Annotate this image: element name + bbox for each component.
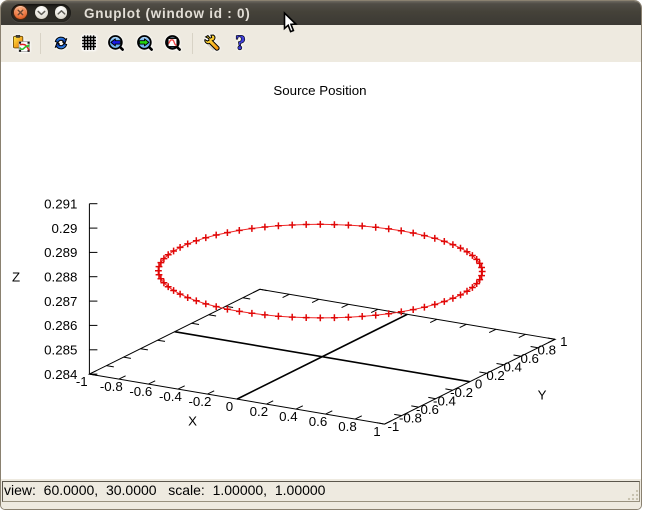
svg-text:0.291: 0.291 bbox=[44, 196, 77, 211]
svg-text:-0.4: -0.4 bbox=[159, 388, 182, 403]
svg-text:0.284: 0.284 bbox=[44, 366, 77, 381]
svg-text:-0.2: -0.2 bbox=[188, 393, 211, 408]
svg-text:X: X bbox=[188, 413, 197, 428]
svg-text:1: 1 bbox=[560, 334, 567, 349]
svg-text:-0.6: -0.6 bbox=[129, 383, 152, 398]
svg-text:0.285: 0.285 bbox=[44, 342, 77, 357]
svg-text:0.2: 0.2 bbox=[250, 403, 269, 418]
svg-text:Y: Y bbox=[538, 387, 547, 402]
svg-text:0: 0 bbox=[475, 376, 482, 391]
svg-text:0.286: 0.286 bbox=[44, 318, 77, 333]
svg-text:0.289: 0.289 bbox=[44, 245, 77, 260]
svg-text:0.29: 0.29 bbox=[52, 220, 78, 235]
svg-text:0.6: 0.6 bbox=[309, 413, 328, 428]
svg-text:0.288: 0.288 bbox=[44, 269, 77, 284]
svg-text:0.4: 0.4 bbox=[503, 359, 522, 374]
svg-text:-1: -1 bbox=[387, 419, 399, 434]
svg-text:0.6: 0.6 bbox=[520, 351, 539, 366]
svg-text:0.8: 0.8 bbox=[538, 342, 557, 357]
svg-text:-0.2: -0.2 bbox=[450, 385, 473, 400]
svg-text:1: 1 bbox=[373, 423, 380, 438]
svg-text:-0.8: -0.8 bbox=[100, 378, 123, 393]
svg-text:?: ? bbox=[235, 35, 246, 51]
svg-text:0.4: 0.4 bbox=[279, 408, 298, 423]
svg-text:0.2: 0.2 bbox=[486, 368, 505, 383]
svg-text:0: 0 bbox=[226, 398, 233, 413]
svg-text:Source Position: Source Position bbox=[273, 82, 366, 97]
svg-text:Z: Z bbox=[12, 269, 20, 284]
svg-text:0.287: 0.287 bbox=[44, 293, 77, 308]
svg-text:-1: -1 bbox=[76, 373, 88, 388]
svg-text:0.8: 0.8 bbox=[338, 418, 357, 433]
